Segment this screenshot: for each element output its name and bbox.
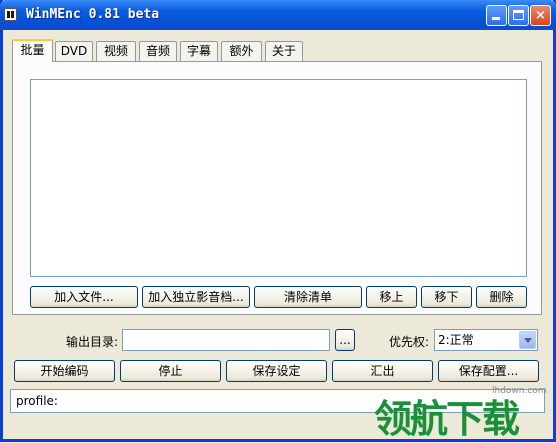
- close-button[interactable]: ×: [530, 5, 551, 26]
- stop-button[interactable]: 停止: [120, 360, 221, 382]
- window-title: WinMEnc 0.81 beta: [26, 7, 160, 22]
- clear-list-button[interactable]: 清除清单: [254, 286, 362, 308]
- priority-select[interactable]: 2:正常: [434, 329, 538, 351]
- watermark-logo: 领航下载 lhdown.com: [370, 382, 556, 441]
- tab-about[interactable]: 关于: [265, 41, 303, 61]
- maximize-icon: [513, 10, 524, 20]
- tab-video[interactable]: 视频: [96, 41, 136, 61]
- minimize-icon: [492, 17, 500, 20]
- move-down-button[interactable]: 移下: [421, 286, 472, 308]
- chevron-down-icon[interactable]: [519, 331, 536, 349]
- app-icon[interactable]: [4, 8, 17, 21]
- minimize-button[interactable]: [486, 5, 507, 26]
- delete-button[interactable]: 删除: [476, 286, 527, 308]
- move-up-button[interactable]: 移上: [366, 286, 417, 308]
- tab-dvd[interactable]: DVD: [55, 41, 93, 61]
- tab-batch[interactable]: 批量: [12, 39, 53, 62]
- tab-subtitle[interactable]: 字幕: [180, 41, 218, 61]
- browse-button[interactable]: ...: [335, 329, 355, 351]
- priority-label: 优先权:: [389, 335, 430, 349]
- batch-panel: 加入文件... 加入独立影音档... 清除清单 移上 移下 删除: [12, 61, 542, 315]
- output-dir-input[interactable]: [122, 329, 330, 351]
- add-separate-media-button[interactable]: 加入独立影音档...: [142, 286, 250, 308]
- export-button[interactable]: 汇出: [332, 360, 433, 382]
- status-text: profile:: [16, 394, 58, 408]
- close-icon: ×: [535, 8, 546, 23]
- add-file-button[interactable]: 加入文件...: [30, 286, 138, 308]
- tab-audio[interactable]: 音频: [139, 41, 177, 61]
- title-bar[interactable]: WinMEnc 0.81 beta ×: [0, 0, 556, 30]
- file-list[interactable]: [30, 79, 527, 277]
- watermark-url: lhdown.com: [492, 386, 547, 396]
- watermark-text: 领航下载: [374, 396, 520, 441]
- priority-value: 2:正常: [438, 333, 474, 347]
- save-settings-button[interactable]: 保存设定: [226, 360, 327, 382]
- save-config-button[interactable]: 保存配置...: [438, 360, 539, 382]
- output-dir-label: 输出目录:: [66, 335, 119, 349]
- maximize-button[interactable]: [508, 5, 529, 26]
- tab-extra[interactable]: 额外: [221, 41, 262, 61]
- start-encoding-button[interactable]: 开始编码: [14, 360, 115, 382]
